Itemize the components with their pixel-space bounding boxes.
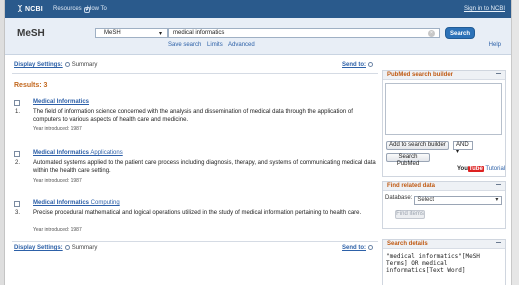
panel-header: Search details	[383, 240, 505, 249]
youtube-logo: YouTube	[457, 166, 484, 172]
panel-header: Find related data	[383, 182, 505, 191]
result-checkbox[interactable]	[14, 100, 20, 106]
right-scrollbar[interactable]	[511, 0, 519, 285]
how-to-label: How To	[87, 6, 107, 12]
advanced-link[interactable]: Advanced	[228, 42, 255, 48]
search-pubmed-button[interactable]: Search PubMed	[386, 153, 430, 167]
ncbi-logo-text: NCBI	[25, 6, 43, 13]
database-select[interactable]: MeSH ▾	[95, 28, 168, 38]
search-button[interactable]: Search	[445, 27, 475, 39]
search-header: MeSH MeSH ▾ medical informatics × Search…	[5, 18, 511, 55]
result-checkbox[interactable]	[14, 151, 20, 157]
panel-header-label: Find related data	[387, 183, 436, 189]
result-number: 2.	[15, 160, 21, 166]
collapse-icon[interactable]	[496, 242, 501, 247]
how-to-menu[interactable]: How To	[87, 6, 107, 12]
display-settings-top[interactable]: Display Settings: Summary	[14, 62, 97, 68]
operator-select[interactable]: AND ▾	[453, 141, 473, 155]
search-input[interactable]: medical informatics ×	[168, 28, 440, 38]
send-to-bottom[interactable]: Send to:	[342, 245, 375, 251]
result-title-suffix: Computing	[89, 200, 120, 206]
result-title-link[interactable]: Medical Informatics Computing	[33, 200, 120, 206]
resources-menu[interactable]: Resources ▾	[53, 6, 90, 13]
result-item: 2. Medical Informatics Applications Auto…	[14, 150, 376, 190]
save-search-link[interactable]: Save search	[168, 42, 201, 48]
panel-header-label: Search details	[387, 241, 428, 247]
search-details-query: "medical informatics"[MeSH Terms] OR med…	[386, 253, 480, 274]
result-number: 1.	[15, 109, 21, 115]
related-database-label: Database:	[385, 195, 413, 201]
collapse-icon[interactable]	[496, 184, 501, 189]
clear-search-icon[interactable]: ×	[428, 30, 435, 37]
send-to-top[interactable]: Send to:	[342, 62, 375, 68]
display-settings-value: Summary	[71, 245, 98, 251]
expand-circle-icon	[368, 62, 373, 67]
result-year: Year introduced: 1987	[33, 227, 82, 233]
expand-circle-icon	[368, 245, 373, 250]
display-settings-bottom[interactable]: Display Settings: Summary	[14, 245, 97, 251]
collapse-icon[interactable]	[496, 73, 501, 78]
result-title-link[interactable]: Medical Informatics Applications	[33, 150, 123, 156]
operator-value: AND	[456, 142, 469, 148]
database-title: MeSH	[17, 28, 45, 39]
find-items-button[interactable]: Find items	[395, 210, 425, 219]
youtube-you: You	[457, 166, 468, 172]
send-to-label: Send to:	[342, 245, 366, 251]
database-select-value: MeSH	[104, 30, 121, 36]
divider	[12, 73, 378, 74]
result-checkbox[interactable]	[14, 201, 20, 207]
dropdown-arrow-icon: ▾	[495, 197, 499, 203]
result-description: Precise procedural mathematical and logi…	[33, 210, 362, 216]
divider	[12, 241, 378, 242]
find-related-data-panel: Find related data	[382, 181, 506, 229]
search-builder-textarea[interactable]	[385, 83, 502, 135]
result-year: Year introduced: 1987	[33, 178, 82, 184]
search-input-value: medical informatics	[173, 30, 225, 36]
display-settings-label[interactable]: Display Settings:	[14, 62, 63, 68]
result-title: Medical Informatics	[33, 200, 90, 206]
youtube-tutorial-link[interactable]: YouTube Tutorial	[457, 166, 505, 172]
panel-header-label: PubMed search builder	[387, 72, 454, 78]
result-year: Year introduced: 1987	[33, 126, 82, 132]
result-title-link[interactable]: Medical Informatics	[33, 99, 89, 105]
ncbi-logo[interactable]: NCBI	[17, 5, 43, 13]
dna-helix-icon	[17, 5, 23, 12]
result-description: Automated systems applied to the patient…	[33, 160, 376, 174]
related-database-select[interactable]: Select ▾	[414, 196, 503, 205]
result-item: 3. Medical Informatics Computing Precise…	[14, 200, 374, 240]
sign-in-link[interactable]: Sign in to NCBI	[464, 6, 505, 12]
ncbi-top-bar: NCBI Resources ▾ How To Sign in to NCBI	[5, 0, 511, 18]
result-title: Medical Informatics	[33, 99, 90, 105]
resources-label: Resources	[53, 6, 82, 12]
related-database-field: Database: Select ▾	[385, 195, 503, 205]
tutorial-label: Tutorial	[485, 166, 506, 172]
send-to-label: Send to:	[342, 62, 366, 68]
results-count: Results: 3	[14, 82, 48, 89]
result-item: 1. Medical Informatics The field of info…	[14, 99, 374, 139]
result-title-suffix: Applications	[89, 150, 123, 156]
add-to-search-builder-button[interactable]: Add to search builder	[386, 141, 449, 150]
panel-header: PubMed search builder	[383, 71, 505, 80]
expand-circle-icon	[64, 62, 70, 67]
browser-page: NCBI Resources ▾ How To Sign in to NCBI M…	[0, 0, 519, 285]
result-description: The field of information science concern…	[33, 109, 353, 123]
related-database-value: Select	[417, 197, 435, 203]
result-title: Medical Informatics	[33, 150, 90, 156]
limits-link[interactable]: Limits	[207, 42, 223, 48]
display-settings-label[interactable]: Display Settings:	[14, 245, 63, 251]
result-number: 3.	[15, 210, 21, 216]
dropdown-arrow-icon: ▾	[158, 31, 162, 37]
expand-circle-icon	[64, 245, 70, 250]
youtube-tube: Tube	[467, 166, 484, 172]
display-settings-value: Summary	[71, 62, 98, 68]
search-options: Save search Limits Advanced	[168, 42, 259, 48]
help-link[interactable]: Help	[489, 42, 501, 48]
dropdown-arrow-icon: ▾	[456, 149, 460, 155]
